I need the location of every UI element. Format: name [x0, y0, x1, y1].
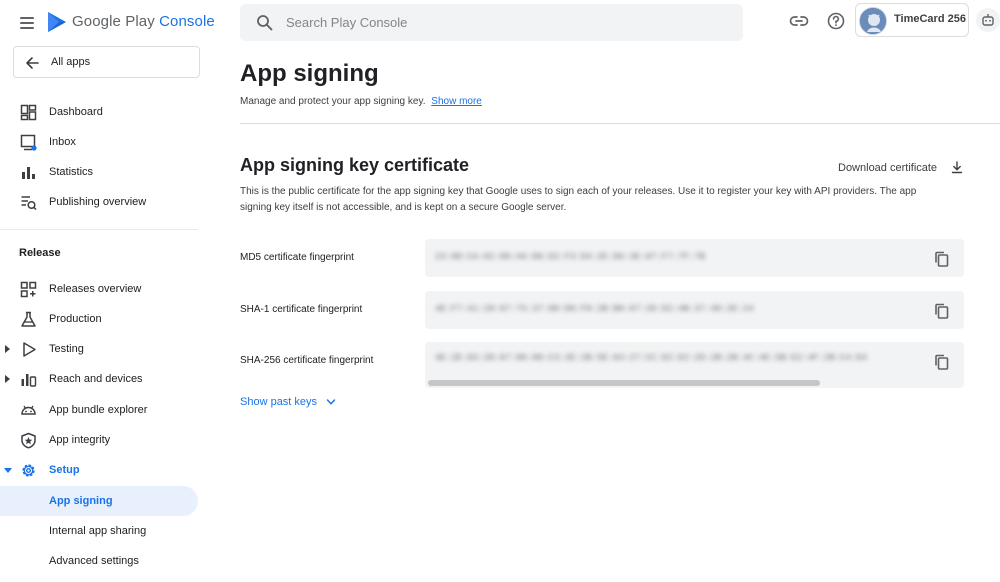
horizontal-scrollbar[interactable] [428, 380, 820, 386]
all-apps-label: All apps [51, 56, 91, 68]
sidebar-item-testing[interactable]: Testing [0, 334, 200, 364]
caret-right-icon[interactable] [4, 374, 12, 384]
download-icon [951, 161, 963, 174]
sidebar-item-label: App integrity [49, 434, 111, 446]
sidebar-item-label: Dashboard [49, 106, 103, 118]
header-divider [240, 123, 1000, 124]
sha1-fingerprint-value[interactable]: 4E:F7:41:28:07:75:37:0D:D0:F8:2B:B8:87:2… [435, 304, 754, 314]
sidebar-item-setup[interactable]: Setup [0, 455, 200, 485]
sidebar-item-label: Publishing overview [49, 196, 147, 208]
all-apps-button[interactable]: All apps [13, 46, 200, 78]
sha1-label: SHA-1 certificate fingerprint [240, 304, 363, 315]
cert-section-heading: App signing key certificate [240, 155, 470, 175]
md5-fingerprint-field[interactable]: 23:0D:CA:02:0D:A6:D0:D2:F3:D4:2E:D6:3E:0… [425, 239, 964, 277]
shield-icon [21, 432, 36, 449]
download-certificate-button[interactable]: Download certificate [838, 161, 963, 174]
show-past-keys-label: Show past keys [240, 396, 318, 408]
app-avatar-icon [860, 8, 886, 34]
link-icon[interactable] [789, 11, 809, 31]
sha256-fingerprint-field[interactable]: 4E:2E:03:2D:07:0D:0D:C3:2E:2B:5E:03:27:C… [425, 342, 964, 388]
caret-down-icon[interactable] [4, 465, 12, 475]
sidebar-item-label: Advanced settings [49, 555, 139, 567]
reach-icon [21, 374, 37, 387]
avatar [859, 7, 887, 35]
sidebar-item-advanced-settings[interactable]: Advanced settings [0, 546, 200, 576]
sha1-fingerprint-field[interactable]: 4E:F7:41:28:07:75:37:0D:D0:F8:2B:B8:87:2… [425, 291, 964, 329]
search-input[interactable] [286, 12, 726, 33]
download-certificate-label: Download certificate [838, 162, 938, 174]
sidebar-item-label: Internal app sharing [49, 525, 147, 537]
menu-icon[interactable] [18, 13, 38, 31]
inbox-icon [20, 134, 37, 151]
sidebar-item-label: App bundle explorer [49, 404, 148, 416]
sha256-fingerprint-value[interactable]: 4E:2E:03:2D:07:0D:0D:C3:2E:2B:5E:03:27:C… [435, 353, 867, 363]
search-icon [257, 15, 273, 31]
sidebar-item-app-bundle-explorer[interactable]: App bundle explorer [0, 395, 200, 425]
sidebar-item-dashboard[interactable]: Dashboard [0, 97, 200, 127]
show-more-link[interactable]: Show more [431, 96, 482, 107]
sidebar-item-inbox[interactable]: Inbox [0, 127, 200, 157]
sidebar-divider [0, 229, 198, 230]
help-icon[interactable] [826, 11, 846, 31]
sidebar-item-label: Releases overview [49, 283, 142, 295]
sidebar-item-label: Testing [49, 343, 84, 355]
copy-icon[interactable] [933, 250, 951, 268]
sha256-label: SHA-256 certificate fingerprint [240, 355, 374, 366]
sidebar-item-label: Setup [49, 464, 80, 476]
sidebar-item-releases-overview[interactable]: Releases overview [0, 274, 200, 304]
play-icon [23, 342, 36, 357]
sidebar-item-label: Inbox [49, 136, 76, 148]
sidebar: Google Play Console All apps Dashboard I… [0, 0, 215, 582]
arrow-back-icon [26, 57, 39, 69]
sidebar-item-label: Reach and devices [49, 373, 143, 385]
sidebar-item-statistics[interactable]: Statistics [0, 157, 200, 187]
bar-chart-icon [22, 167, 35, 179]
notifications-button[interactable] [976, 8, 1000, 32]
publishing-icon [21, 196, 37, 211]
md5-label: MD5 certificate fingerprint [240, 252, 354, 263]
sidebar-item-reach-and-devices[interactable]: Reach and devices [0, 364, 200, 394]
dashboard-icon [20, 104, 37, 121]
page-subtitle-text: Manage and protect your app signing key. [240, 96, 426, 107]
android-icon [21, 405, 36, 415]
page-title: App signing [240, 60, 379, 87]
sidebar-item-production[interactable]: Production [0, 304, 200, 334]
page-subtitle: Manage and protect your app signing key.… [240, 96, 482, 107]
md5-fingerprint-value[interactable]: 23:0D:CA:02:0D:A6:D0:D2:F3:D4:2E:D6:3E:0… [435, 252, 705, 262]
play-console-logo-icon [48, 12, 66, 32]
caret-right-icon[interactable] [4, 344, 12, 354]
copy-icon[interactable] [933, 353, 951, 371]
sidebar-item-app-integrity[interactable]: App integrity [0, 425, 200, 455]
sidebar-item-label: Production [49, 313, 102, 325]
cert-description: This is the public certificate for the a… [240, 186, 917, 213]
account-name: TimeCard 256 [894, 13, 966, 25]
flask-icon [21, 311, 36, 327]
product-name: Console [159, 13, 215, 30]
releases-icon [20, 281, 37, 298]
brand-name: Google Play [72, 13, 155, 30]
release-section-title: Release [19, 247, 61, 259]
sidebar-item-label: App signing [49, 495, 113, 507]
gear-icon [22, 464, 35, 477]
logo-row: Google Play Console [0, 0, 215, 44]
copy-icon[interactable] [933, 302, 951, 320]
robot-icon [982, 14, 994, 26]
account-switcher-button[interactable]: TimeCard 256 [855, 3, 969, 37]
sidebar-item-label: Statistics [49, 166, 94, 178]
search-bar[interactable] [240, 4, 743, 41]
show-past-keys-button[interactable]: Show past keys [240, 396, 336, 408]
app-logo-text: Google Play Console [72, 13, 215, 30]
sidebar-item-app-signing[interactable]: App signing [0, 486, 198, 516]
sidebar-item-publishing-overview[interactable]: Publishing overview [0, 187, 200, 217]
chevron-down-icon [326, 399, 336, 405]
sidebar-item-internal-app-sharing[interactable]: Internal app sharing [0, 516, 200, 546]
